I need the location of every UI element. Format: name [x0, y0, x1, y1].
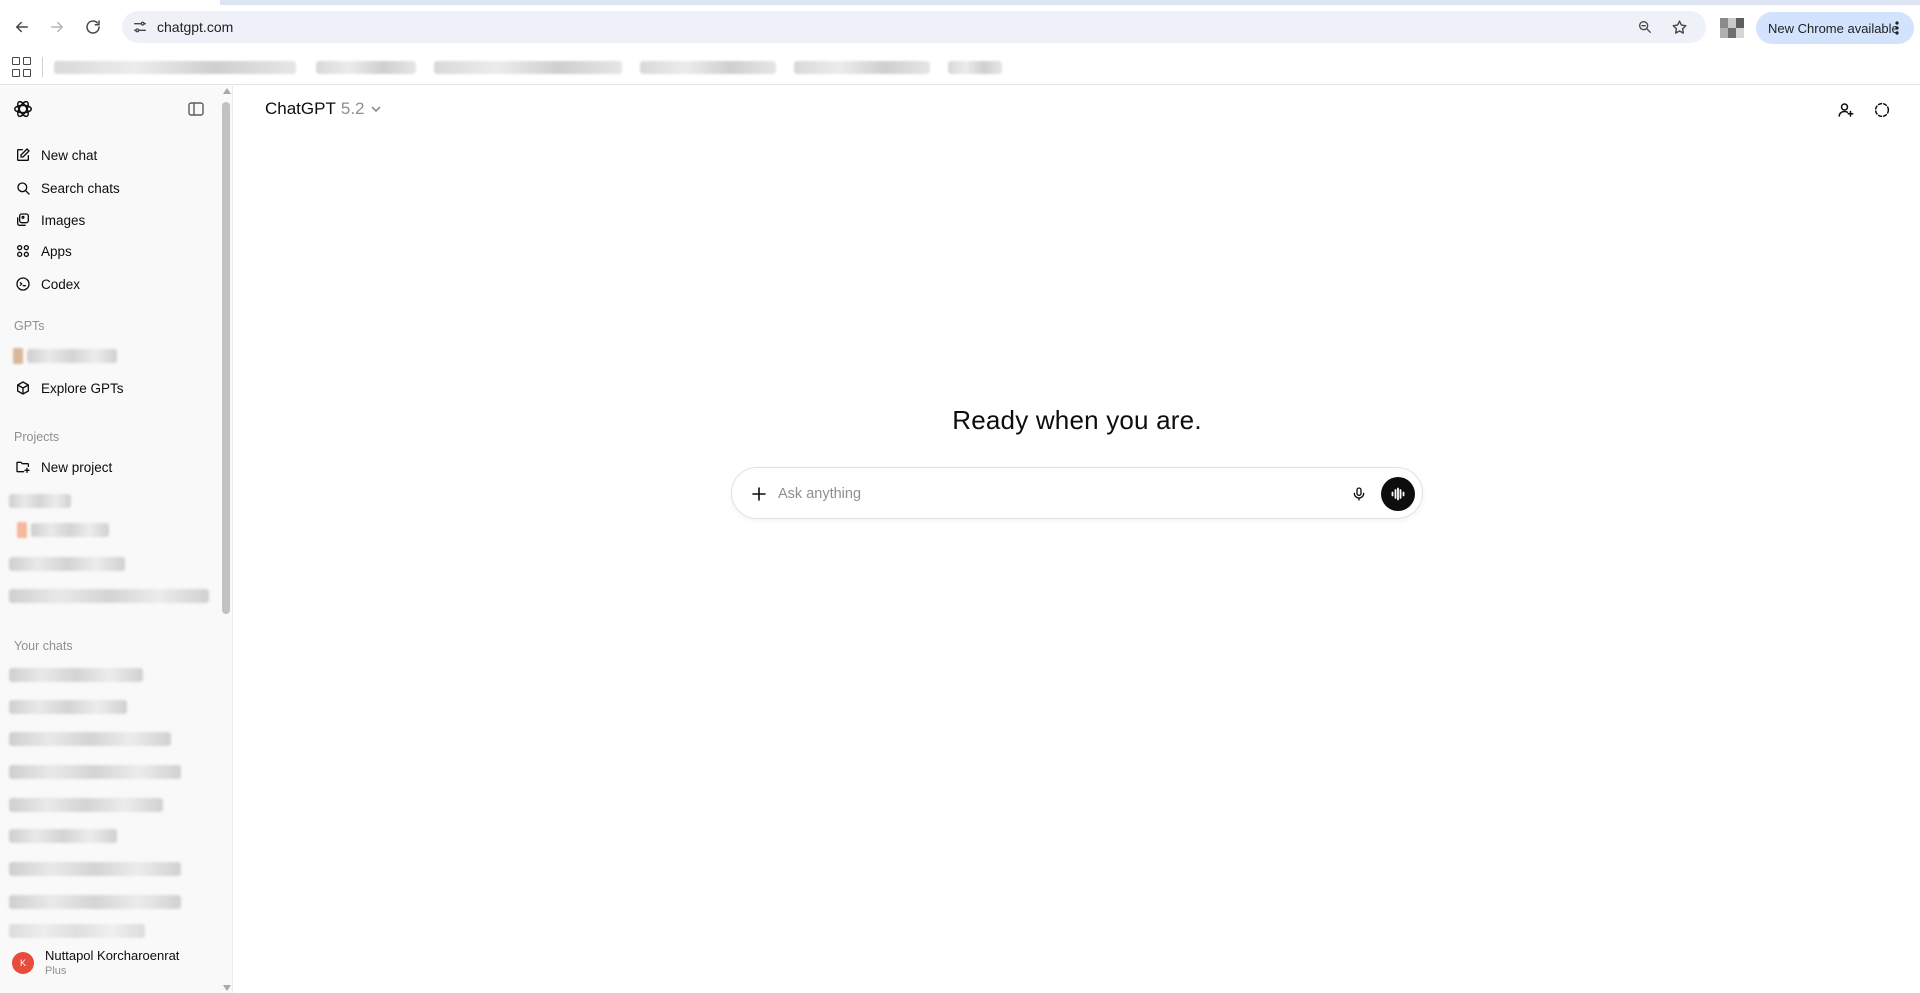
voice-waveform-icon: [1391, 487, 1405, 501]
bookmarks-separator: [42, 57, 43, 77]
page-title: Ready when you are.: [952, 405, 1202, 435]
scrollbar-thumb[interactable]: [222, 102, 230, 614]
model-version: 5.2: [340, 99, 365, 118]
explore-gpts-button[interactable]: Explore GPTs: [8, 373, 214, 403]
codex-icon: [14, 275, 32, 293]
browser-toolbar: chatgpt.com New Chrome available: [0, 5, 1920, 49]
chat-item[interactable]: [9, 668, 143, 682]
cube-icon: [14, 379, 32, 397]
bookmark-item[interactable]: [948, 61, 1002, 74]
user-account-button[interactable]: K Nuttapol Korcharoenrat Plus: [8, 941, 214, 985]
forward-button[interactable]: [43, 13, 71, 41]
chat-item[interactable]: [9, 829, 117, 843]
chevron-down-icon: [369, 102, 383, 116]
new-chat-icon: [14, 146, 32, 164]
bookmark-item[interactable]: [640, 61, 776, 74]
back-button[interactable]: [8, 13, 36, 41]
chat-item[interactable]: [9, 895, 181, 909]
search-icon: [14, 179, 32, 197]
chat-item[interactable]: [9, 862, 181, 876]
profile-avatar[interactable]: [1720, 18, 1744, 38]
avatar: K: [12, 952, 34, 974]
chat-item[interactable]: [9, 700, 127, 714]
images-label: Images: [41, 212, 86, 228]
model-picker-button[interactable]: ChatGPT 5.2: [258, 96, 390, 122]
project-item[interactable]: [9, 589, 209, 603]
project-avatar: [17, 522, 27, 538]
bookmark-item[interactable]: [434, 61, 622, 74]
new-chat-button[interactable]: New chat: [8, 140, 214, 170]
project-item[interactable]: [9, 494, 71, 508]
images-button[interactable]: Images: [8, 205, 214, 235]
bookmark-item[interactable]: [54, 61, 296, 74]
images-icon: [14, 211, 32, 229]
microphone-icon: [1353, 487, 1365, 501]
url-text[interactable]: chatgpt.com: [157, 19, 233, 35]
plus-icon: [752, 487, 766, 501]
kebab-menu-icon[interactable]: [1888, 19, 1906, 37]
reload-icon: [86, 20, 100, 34]
user-name: Nuttapol Korcharoenrat: [45, 948, 180, 963]
site-info-icon: [134, 21, 146, 33]
scroll-down-arrow-icon[interactable]: [223, 985, 231, 991]
temporary-chat-button[interactable]: [1868, 96, 1896, 124]
dictate-button[interactable]: [1346, 481, 1372, 507]
gpts-section-label: GPTs: [14, 319, 45, 333]
bookmark-item[interactable]: [316, 61, 416, 74]
search-chats-button[interactable]: Search chats: [8, 173, 214, 203]
add-person-button[interactable]: [1832, 96, 1860, 124]
star-icon: [1672, 19, 1686, 34]
voice-mode-button[interactable]: [1381, 477, 1415, 511]
temporary-chat-icon: [1874, 102, 1890, 118]
apps-icon: [14, 242, 32, 260]
scroll-up-arrow-icon[interactable]: [223, 88, 231, 94]
model-name: ChatGPT: [265, 99, 336, 118]
sidebar-toggle-icon[interactable]: [184, 98, 208, 120]
codex-button[interactable]: Codex: [8, 269, 214, 299]
chat-composer: [731, 467, 1423, 519]
update-chip-label: New Chrome available: [1768, 20, 1899, 36]
attach-button[interactable]: [746, 481, 772, 507]
project-item[interactable]: [9, 557, 125, 571]
sidebar-scrollbar[interactable]: [221, 86, 231, 993]
apps-button[interactable]: Apps: [8, 236, 214, 266]
gpt-item[interactable]: [27, 349, 117, 363]
address-bar[interactable]: chatgpt.com: [122, 11, 1706, 43]
bookmark-star-button[interactable]: [1668, 16, 1690, 38]
explore-gpts-label: Explore GPTs: [41, 380, 124, 396]
bookmarks-bar: [0, 49, 1920, 85]
apps-label: Apps: [41, 243, 72, 259]
chat-item[interactable]: [9, 765, 181, 779]
project-item[interactable]: [31, 523, 109, 537]
bookmark-item[interactable]: [794, 61, 930, 74]
search-chats-label: Search chats: [41, 180, 120, 196]
site-info-button[interactable]: [128, 15, 152, 39]
zoom-icon: [1639, 20, 1651, 33]
new-chrome-available-button[interactable]: New Chrome available: [1756, 12, 1914, 44]
new-folder-icon: [14, 458, 32, 476]
reload-button[interactable]: [79, 13, 107, 41]
prompt-input[interactable]: [778, 479, 1318, 509]
apps-grid-icon[interactable]: [12, 57, 32, 77]
user-plan: Plus: [45, 965, 67, 977]
add-person-icon: [1838, 103, 1854, 117]
codex-label: Codex: [41, 276, 81, 292]
chat-item[interactable]: [9, 732, 171, 746]
new-project-label: New project: [41, 459, 113, 475]
chat-item[interactable]: [9, 924, 145, 938]
chatgpt-logo-icon[interactable]: [10, 96, 36, 122]
zoom-button[interactable]: [1634, 16, 1656, 38]
gpt-avatar: [13, 348, 23, 364]
user-info: Nuttapol Korcharoenrat Plus: [45, 948, 179, 978]
your-chats-section-label: Your chats: [14, 639, 73, 653]
new-chat-label: New chat: [41, 147, 98, 163]
sidebar: New chat Search chats Images Apps Codex …: [0, 86, 233, 993]
back-arrow-icon: [16, 21, 28, 33]
forward-arrow-icon: [51, 21, 63, 33]
chat-item[interactable]: [9, 798, 163, 812]
new-project-button[interactable]: New project: [8, 452, 214, 482]
